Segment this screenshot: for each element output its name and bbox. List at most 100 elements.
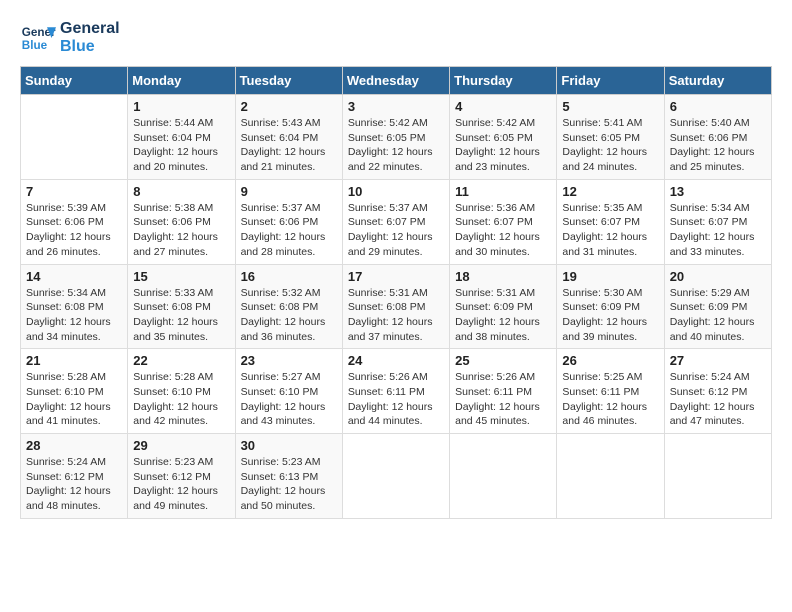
- calendar-cell: 20 Sunrise: 5:29 AM Sunset: 6:09 PM Dayli…: [664, 264, 771, 349]
- calendar-cell: 28Sunrise: 5:24 AM Sunset: 6:12 PM Dayli…: [21, 434, 128, 519]
- day-number: 15: [133, 269, 229, 284]
- page-header: General Blue General Blue: [20, 20, 772, 56]
- day-number: 26: [562, 353, 658, 368]
- weekday-header-row: SundayMondayTuesdayWednesdayThursdayFrid…: [21, 67, 772, 95]
- day-info: Sunrise: 5:41 AM Sunset: 6:05 PM Dayligh…: [562, 116, 658, 175]
- day-number: 22: [133, 353, 229, 368]
- calendar-cell: 21 Sunrise: 5:28 AM Sunset: 6:10 PM Dayli…: [21, 349, 128, 434]
- day-info: Sunrise: 5:37 AM Sunset: 6:07 PM Dayligh…: [348, 201, 444, 260]
- calendar-cell: 18Sunrise: 5:31 AM Sunset: 6:09 PM Dayli…: [450, 264, 557, 349]
- calendar-cell: 9 Sunrise: 5:37 AM Sunset: 6:06 PM Daylig…: [235, 179, 342, 264]
- calendar-cell: 19 Sunrise: 5:30 AM Sunset: 6:09 PM Dayli…: [557, 264, 664, 349]
- calendar-week-2: 7 Sunrise: 5:39 AM Sunset: 6:06 PM Daylig…: [21, 179, 772, 264]
- day-info: Sunrise: 5:36 AM Sunset: 6:07 PM Dayligh…: [455, 201, 551, 260]
- calendar-cell: [21, 95, 128, 180]
- calendar-cell: 25Sunrise: 5:26 AM Sunset: 6:11 PM Dayli…: [450, 349, 557, 434]
- logo-blue: Blue: [60, 38, 120, 56]
- weekday-header-thursday: Thursday: [450, 67, 557, 95]
- calendar-cell: 4 Sunrise: 5:42 AM Sunset: 6:05 PM Daylig…: [450, 95, 557, 180]
- day-info: Sunrise: 5:25 AM Sunset: 6:11 PM Dayligh…: [562, 370, 658, 429]
- day-number: 6: [670, 99, 766, 114]
- day-number: 3: [348, 99, 444, 114]
- day-info: Sunrise: 5:23 AM Sunset: 6:13 PM Dayligh…: [241, 455, 337, 514]
- day-info: Sunrise: 5:28 AM Sunset: 6:10 PM Dayligh…: [133, 370, 229, 429]
- calendar-week-3: 14 Sunrise: 5:34 AM Sunset: 6:08 PM Dayli…: [21, 264, 772, 349]
- day-info: Sunrise: 5:24 AM Sunset: 6:12 PM Dayligh…: [670, 370, 766, 429]
- calendar-week-4: 21 Sunrise: 5:28 AM Sunset: 6:10 PM Dayli…: [21, 349, 772, 434]
- day-number: 9: [241, 184, 337, 199]
- calendar-cell: 13 Sunrise: 5:34 AM Sunset: 6:07 PM Dayli…: [664, 179, 771, 264]
- weekday-header-friday: Friday: [557, 67, 664, 95]
- calendar-cell: 10 Sunrise: 5:37 AM Sunset: 6:07 PM Dayli…: [342, 179, 449, 264]
- day-info: Sunrise: 5:35 AM Sunset: 6:07 PM Dayligh…: [562, 201, 658, 260]
- calendar-cell: 17 Sunrise: 5:31 AM Sunset: 6:08 PM Dayli…: [342, 264, 449, 349]
- weekday-header-tuesday: Tuesday: [235, 67, 342, 95]
- day-info: Sunrise: 5:42 AM Sunset: 6:05 PM Dayligh…: [455, 116, 551, 175]
- day-number: 29: [133, 438, 229, 453]
- day-info: Sunrise: 5:28 AM Sunset: 6:10 PM Dayligh…: [26, 370, 122, 429]
- day-info: Sunrise: 5:34 AM Sunset: 6:08 PM Dayligh…: [26, 286, 122, 345]
- day-info: Sunrise: 5:33 AM Sunset: 6:08 PM Dayligh…: [133, 286, 229, 345]
- day-number: 16: [241, 269, 337, 284]
- calendar-cell: [342, 434, 449, 519]
- day-info: Sunrise: 5:42 AM Sunset: 6:05 PM Dayligh…: [348, 116, 444, 175]
- calendar-cell: 15 Sunrise: 5:33 AM Sunset: 6:08 PM Dayli…: [128, 264, 235, 349]
- day-number: 5: [562, 99, 658, 114]
- day-number: 13: [670, 184, 766, 199]
- calendar-cell: 24Sunrise: 5:26 AM Sunset: 6:11 PM Dayli…: [342, 349, 449, 434]
- day-number: 8: [133, 184, 229, 199]
- day-number: 17: [348, 269, 444, 284]
- logo-general: General: [60, 20, 120, 38]
- day-number: 14: [26, 269, 122, 284]
- calendar-cell: 1Sunrise: 5:44 AM Sunset: 6:04 PM Daylig…: [128, 95, 235, 180]
- weekday-header-wednesday: Wednesday: [342, 67, 449, 95]
- weekday-header-sunday: Sunday: [21, 67, 128, 95]
- calendar-cell: 6 Sunrise: 5:40 AM Sunset: 6:06 PM Daylig…: [664, 95, 771, 180]
- day-info: Sunrise: 5:34 AM Sunset: 6:07 PM Dayligh…: [670, 201, 766, 260]
- calendar-cell: 12Sunrise: 5:35 AM Sunset: 6:07 PM Dayli…: [557, 179, 664, 264]
- calendar-cell: 8 Sunrise: 5:38 AM Sunset: 6:06 PM Daylig…: [128, 179, 235, 264]
- calendar-cell: [664, 434, 771, 519]
- calendar-week-5: 28Sunrise: 5:24 AM Sunset: 6:12 PM Dayli…: [21, 434, 772, 519]
- calendar-cell: 30 Sunrise: 5:23 AM Sunset: 6:13 PM Dayli…: [235, 434, 342, 519]
- day-info: Sunrise: 5:29 AM Sunset: 6:09 PM Dayligh…: [670, 286, 766, 345]
- day-info: Sunrise: 5:32 AM Sunset: 6:08 PM Dayligh…: [241, 286, 337, 345]
- svg-text:Blue: Blue: [22, 39, 48, 52]
- calendar-body: 1Sunrise: 5:44 AM Sunset: 6:04 PM Daylig…: [21, 95, 772, 519]
- day-number: 7: [26, 184, 122, 199]
- weekday-header-monday: Monday: [128, 67, 235, 95]
- calendar-cell: 27 Sunrise: 5:24 AM Sunset: 6:12 PM Dayli…: [664, 349, 771, 434]
- day-number: 28: [26, 438, 122, 453]
- day-info: Sunrise: 5:23 AM Sunset: 6:12 PM Dayligh…: [133, 455, 229, 514]
- calendar-cell: 22 Sunrise: 5:28 AM Sunset: 6:10 PM Dayli…: [128, 349, 235, 434]
- day-number: 2: [241, 99, 337, 114]
- day-number: 10: [348, 184, 444, 199]
- day-info: Sunrise: 5:30 AM Sunset: 6:09 PM Dayligh…: [562, 286, 658, 345]
- day-number: 30: [241, 438, 337, 453]
- day-info: Sunrise: 5:38 AM Sunset: 6:06 PM Dayligh…: [133, 201, 229, 260]
- logo: General Blue General Blue: [20, 20, 120, 56]
- day-info: Sunrise: 5:31 AM Sunset: 6:08 PM Dayligh…: [348, 286, 444, 345]
- day-info: Sunrise: 5:31 AM Sunset: 6:09 PM Dayligh…: [455, 286, 551, 345]
- day-number: 1: [133, 99, 229, 114]
- day-info: Sunrise: 5:39 AM Sunset: 6:06 PM Dayligh…: [26, 201, 122, 260]
- day-number: 11: [455, 184, 551, 199]
- calendar-cell: 3 Sunrise: 5:42 AM Sunset: 6:05 PM Daylig…: [342, 95, 449, 180]
- day-number: 23: [241, 353, 337, 368]
- day-number: 21: [26, 353, 122, 368]
- day-info: Sunrise: 5:37 AM Sunset: 6:06 PM Dayligh…: [241, 201, 337, 260]
- day-number: 25: [455, 353, 551, 368]
- day-number: 20: [670, 269, 766, 284]
- day-number: 4: [455, 99, 551, 114]
- calendar-cell: 2 Sunrise: 5:43 AM Sunset: 6:04 PM Daylig…: [235, 95, 342, 180]
- day-info: Sunrise: 5:43 AM Sunset: 6:04 PM Dayligh…: [241, 116, 337, 175]
- calendar-cell: [450, 434, 557, 519]
- logo-icon: General Blue: [20, 20, 56, 56]
- calendar-cell: 11 Sunrise: 5:36 AM Sunset: 6:07 PM Dayli…: [450, 179, 557, 264]
- calendar-cell: 14 Sunrise: 5:34 AM Sunset: 6:08 PM Dayli…: [21, 264, 128, 349]
- day-info: Sunrise: 5:40 AM Sunset: 6:06 PM Dayligh…: [670, 116, 766, 175]
- calendar-cell: [557, 434, 664, 519]
- day-number: 27: [670, 353, 766, 368]
- day-number: 19: [562, 269, 658, 284]
- day-info: Sunrise: 5:26 AM Sunset: 6:11 PM Dayligh…: [348, 370, 444, 429]
